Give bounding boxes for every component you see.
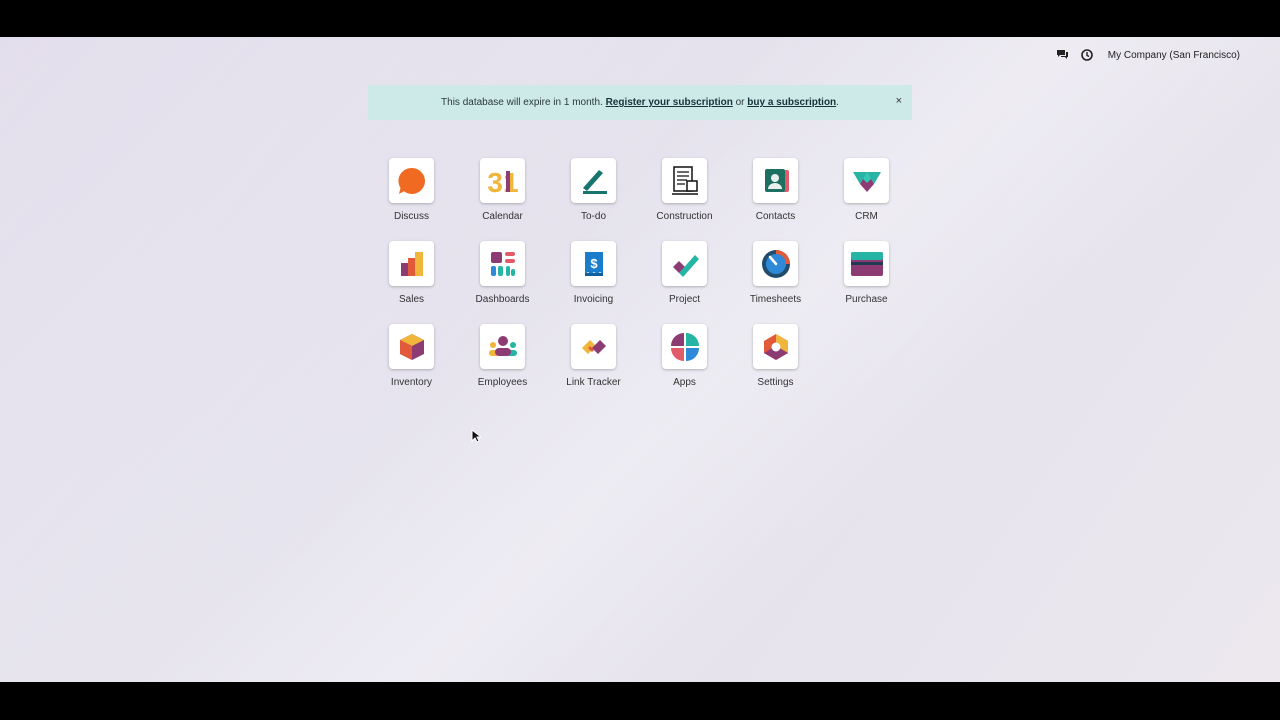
clock-icon[interactable] — [1080, 48, 1094, 62]
app-label: Project — [668, 294, 701, 305]
invoicing-icon: $ — [571, 241, 616, 286]
app-employees[interactable]: Employees — [457, 324, 548, 388]
app-label: Purchase — [845, 294, 888, 305]
mouse-cursor-icon — [471, 428, 483, 448]
app-settings[interactable]: Settings — [730, 324, 821, 388]
app-construction[interactable]: Construction — [639, 158, 730, 222]
dashboards-icon — [480, 241, 525, 286]
project-icon — [662, 241, 707, 286]
app-label: Settings — [757, 377, 794, 388]
apps-icon — [662, 324, 707, 369]
app-calendar[interactable]: 31 Calendar — [457, 158, 548, 222]
calendar-glyph: 31 — [487, 167, 518, 196]
subscription-banner: This database will expire in 1 month. Re… — [368, 85, 912, 120]
buy-subscription-link[interactable]: buy a subscription — [747, 97, 836, 108]
app-label: Inventory — [390, 377, 433, 388]
sales-icon — [389, 241, 434, 286]
app-label: To-do — [580, 211, 606, 222]
app-label: Discuss — [393, 211, 429, 222]
home-screen: My Company (San Francisco) This database… — [0, 37, 1280, 682]
dollar-glyph: $ — [590, 256, 598, 271]
app-timesheets[interactable]: Timesheets — [730, 241, 821, 305]
app-label: Sales — [398, 294, 424, 305]
app-dashboards[interactable]: Dashboards — [457, 241, 548, 305]
app-invoicing[interactable]: $ Invoicing — [548, 241, 639, 305]
timesheets-icon — [753, 241, 798, 286]
app-grid: Discuss 31 Calendar To-do Construction C… — [366, 158, 912, 388]
app-inventory[interactable]: Inventory — [366, 324, 457, 388]
banner-text-or: or — [732, 97, 748, 108]
link-tracker-icon — [571, 324, 616, 369]
settings-icon — [753, 324, 798, 369]
app-apps[interactable]: Apps — [639, 324, 730, 388]
close-icon[interactable]: × — [896, 95, 902, 107]
app-label: Dashboards — [475, 294, 530, 305]
app-crm[interactable]: CRM — [821, 158, 912, 222]
employees-icon — [480, 324, 525, 369]
app-discuss[interactable]: Discuss — [366, 158, 457, 222]
app-contacts[interactable]: Contacts — [730, 158, 821, 222]
app-label: Construction — [656, 211, 713, 222]
discuss-icon — [389, 158, 434, 203]
top-bar: My Company (San Francisco) — [1056, 45, 1240, 65]
contacts-icon — [753, 158, 798, 203]
app-link-tracker[interactable]: Link Tracker — [548, 324, 639, 388]
company-switcher[interactable]: My Company (San Francisco) — [1108, 50, 1240, 61]
todo-icon — [571, 158, 616, 203]
register-subscription-link[interactable]: Register your subscription — [606, 97, 733, 108]
app-todo[interactable]: To-do — [548, 158, 639, 222]
app-label: Employees — [477, 377, 528, 388]
crm-icon — [844, 158, 889, 203]
inventory-icon — [389, 324, 434, 369]
purchase-icon — [844, 241, 889, 286]
chat-icon[interactable] — [1056, 48, 1070, 62]
calendar-icon: 31 — [480, 158, 525, 203]
app-label: Link Tracker — [566, 377, 621, 388]
app-purchase[interactable]: Purchase — [821, 241, 912, 305]
app-label: Contacts — [755, 211, 796, 222]
app-label: CRM — [855, 211, 878, 222]
app-label: Apps — [673, 377, 696, 388]
app-label: Invoicing — [573, 294, 614, 305]
app-sales[interactable]: Sales — [366, 241, 457, 305]
banner-text-end: . — [836, 97, 839, 108]
banner-text: This database will expire in 1 month. — [441, 97, 606, 108]
app-label: Timesheets — [749, 294, 802, 305]
app-project[interactable]: Project — [639, 241, 730, 305]
app-label: Calendar — [482, 211, 523, 222]
construction-icon — [662, 158, 707, 203]
